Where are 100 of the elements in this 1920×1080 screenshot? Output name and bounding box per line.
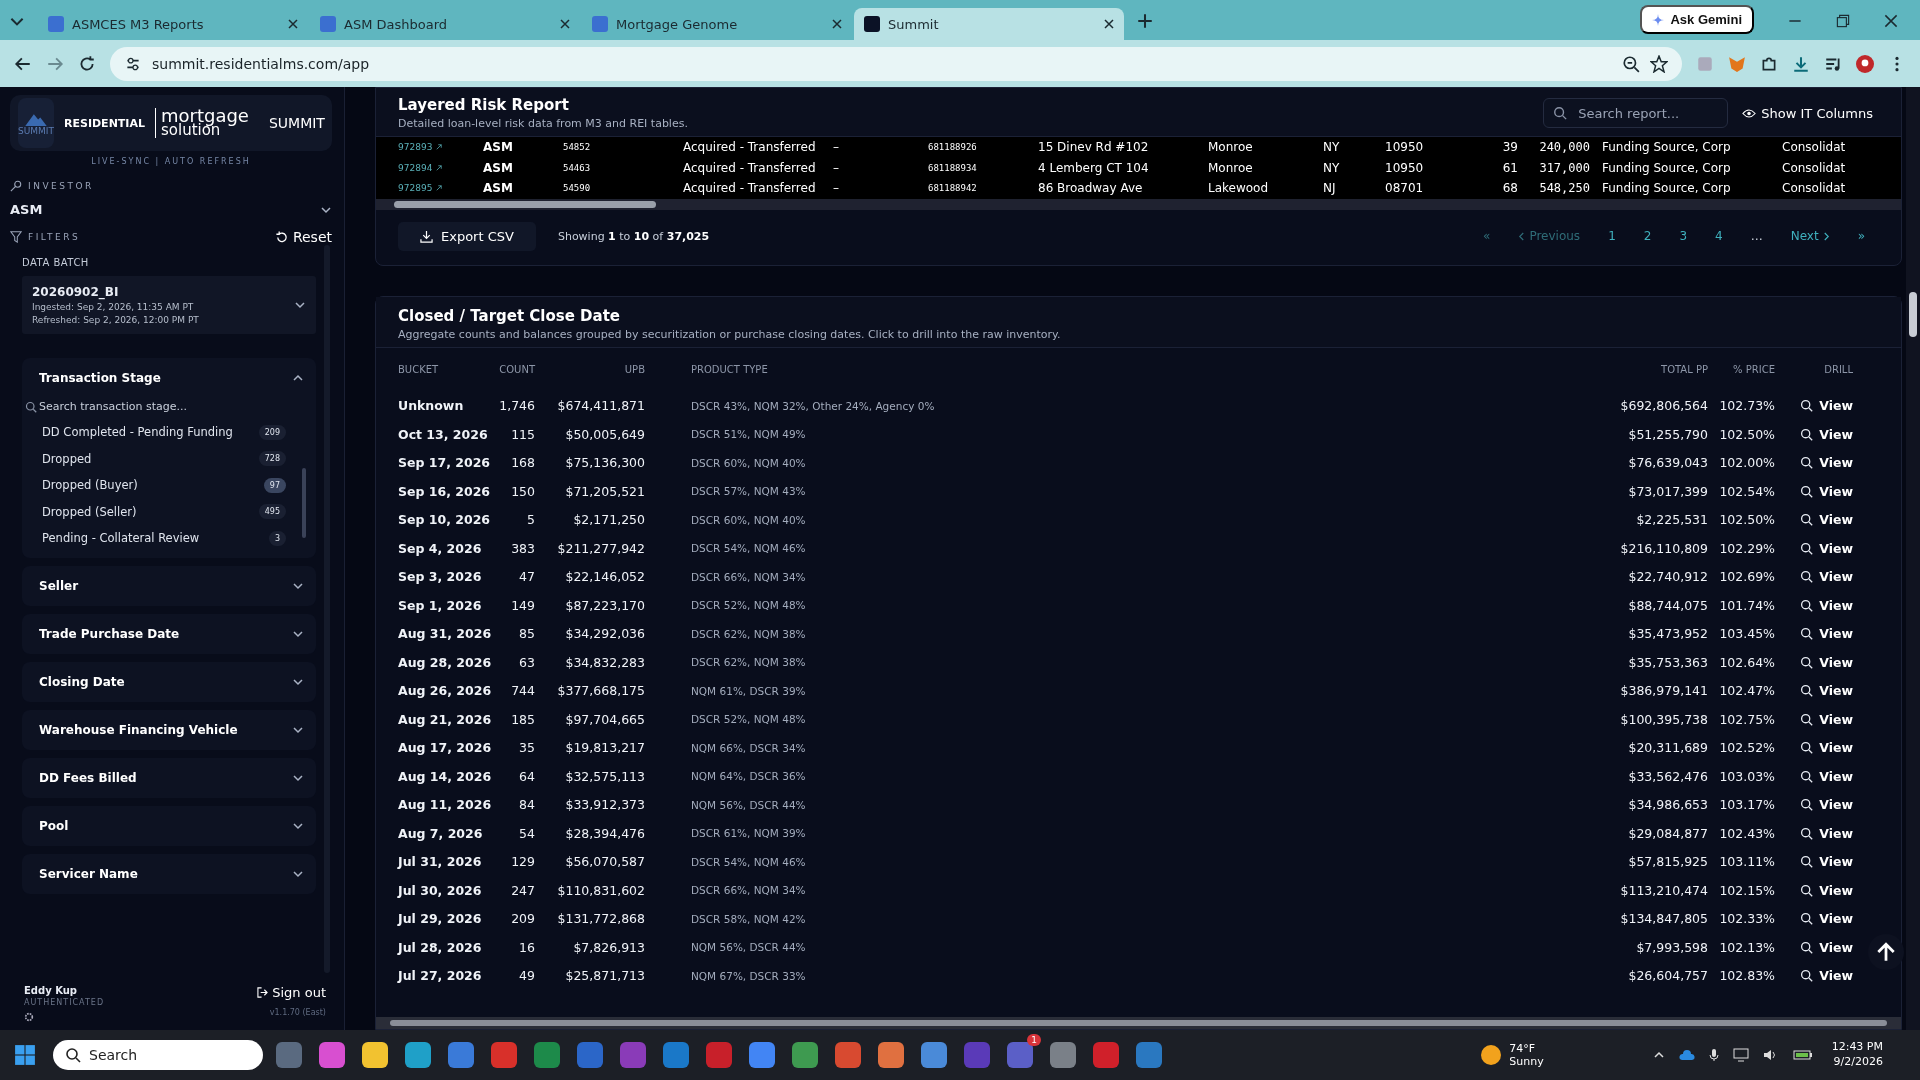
investor-select[interactable]: ASM: [10, 202, 332, 217]
table-cell: 85: [519, 626, 535, 642]
filter-header[interactable]: Pool: [22, 805, 316, 846]
ask-gemini-button[interactable]: Ask Gemini: [1640, 5, 1754, 34]
filter-header[interactable]: Trade Purchase Date: [22, 613, 316, 654]
horizontal-scrollbar[interactable]: [376, 198, 1901, 210]
close-icon[interactable]: [1104, 19, 1114, 29]
filter-option[interactable]: Dropped 728: [42, 445, 286, 472]
browser-tab[interactable]: Summit: [854, 8, 1124, 40]
filter-header[interactable]: Seller: [22, 565, 316, 606]
view-link[interactable]: View: [1819, 455, 1853, 471]
taskbar-app-icon[interactable]: [405, 1042, 431, 1068]
new-tab-icon[interactable]: [1136, 12, 1154, 30]
close-icon[interactable]: [560, 19, 570, 29]
data-batch-select[interactable]: 20260902_BI Ingested: Sep 2, 2026, 11:35 AM PT Refreshed: Sep 2, 2026, 12:00 PM PT: [22, 276, 316, 334]
reset-button[interactable]: Reset: [274, 229, 332, 245]
close-icon[interactable]: [1882, 12, 1900, 30]
browser-tab[interactable]: ASM Dashboard: [310, 8, 580, 40]
view-link[interactable]: View: [1819, 398, 1853, 414]
filter-header[interactable]: Servicer Name: [22, 853, 316, 894]
filter-option[interactable]: Dropped (Buyer) 97: [42, 472, 286, 499]
browser-tab[interactable]: Mortgage Genome: [582, 8, 852, 40]
view-link[interactable]: View: [1819, 768, 1853, 784]
view-link[interactable]: View: [1819, 683, 1853, 699]
table-cell: $73,017,399: [1628, 483, 1708, 499]
page-button[interactable]: 2: [1629, 225, 1666, 247]
view-link[interactable]: View: [1819, 854, 1853, 870]
close-icon[interactable]: [288, 19, 298, 29]
monitor-icon[interactable]: [1732, 1048, 1749, 1062]
taskbar-app-icon[interactable]: [749, 1042, 775, 1068]
table-cell: DSCR 61%, NQM 39%: [691, 827, 806, 840]
view-link[interactable]: View: [1819, 569, 1853, 585]
view-link[interactable]: View: [1819, 626, 1853, 642]
view-link[interactable]: View: [1819, 740, 1853, 756]
page-jump-button[interactable]: »: [1843, 225, 1879, 247]
table-cell: 102.33%: [1719, 911, 1775, 927]
external-link-icon[interactable]: [436, 185, 443, 192]
horizontal-scrollbar[interactable]: [376, 1017, 1901, 1029]
close-icon[interactable]: [832, 19, 842, 29]
restore-icon[interactable]: [1834, 12, 1852, 30]
taskbar-app-icon[interactable]: [362, 1042, 388, 1068]
table-cell-text: NY: [1323, 140, 1341, 155]
sign-out-button[interactable]: Sign out: [257, 985, 326, 1000]
taskbar-app-icon[interactable]: [792, 1042, 818, 1068]
filter-header[interactable]: DD Fees Billed: [22, 757, 316, 798]
export-csv-button[interactable]: Export CSV: [398, 221, 536, 251]
search-icon: [1800, 598, 1814, 612]
taskbar-app-icon[interactable]: [878, 1042, 904, 1068]
search-field[interactable]: Search transaction stage...: [39, 400, 239, 413]
loan-id-link[interactable]: 972894: [398, 162, 433, 173]
zoom-icon[interactable]: [1622, 54, 1640, 73]
loan-id-link[interactable]: 972895: [398, 183, 433, 194]
view-link[interactable]: View: [1819, 797, 1853, 813]
view-link[interactable]: View: [1819, 512, 1853, 528]
filter-header[interactable]: Warehouse Financing Vehicle: [22, 709, 316, 750]
page-ellipsis: …: [1749, 228, 1764, 245]
search-field[interactable]: Search report...: [1543, 98, 1729, 128]
download-icon[interactable]: [1792, 54, 1810, 73]
taskbar-app-icon[interactable]: [319, 1042, 345, 1068]
filter-header[interactable]: Transaction Stage: [22, 358, 316, 398]
taskbar-app-icon[interactable]: [1050, 1042, 1076, 1068]
settings-icon[interactable]: [24, 1012, 34, 1022]
battery-icon[interactable]: [1792, 1049, 1813, 1061]
filter-option[interactable]: Pending - Collateral Review 3: [42, 525, 286, 552]
view-link[interactable]: View: [1819, 911, 1853, 927]
scrollbar[interactable]: [1906, 87, 1920, 1030]
taskbar-search-field[interactable]: Search: [53, 1040, 263, 1070]
cloud-icon[interactable]: [1678, 1050, 1695, 1060]
view-link[interactable]: View: [1819, 825, 1853, 841]
view-link[interactable]: View: [1819, 540, 1853, 556]
view-link[interactable]: View: [1819, 939, 1853, 955]
reload-icon[interactable]: [78, 54, 96, 73]
view-link[interactable]: View: [1819, 882, 1853, 898]
next-button[interactable]: Next: [1776, 225, 1844, 247]
start-icon[interactable]: [14, 1044, 36, 1066]
count-badge: 728: [258, 451, 286, 467]
view-link[interactable]: View: [1819, 597, 1853, 613]
page-button[interactable]: 4: [1701, 225, 1737, 247]
browser-tab[interactable]: ASMCES M3 Reports: [38, 8, 308, 40]
filter-header[interactable]: Closing Date: [22, 661, 316, 702]
external-link-icon[interactable]: [436, 144, 443, 151]
loan-id-link[interactable]: 972893: [398, 142, 433, 153]
view-link[interactable]: View: [1819, 483, 1853, 499]
filter-option[interactable]: Dropped (Seller) 495: [42, 498, 286, 525]
table-cell: $57,815,925: [1628, 854, 1708, 870]
page-button[interactable]: 3: [1665, 225, 1702, 247]
page-button[interactable]: 1: [1594, 225, 1630, 247]
view-link[interactable]: View: [1819, 968, 1853, 984]
taskbar-app-icon[interactable]: [921, 1042, 947, 1068]
chevron-left-icon: [1518, 231, 1526, 241]
external-link-icon[interactable]: [436, 164, 443, 171]
address-bar[interactable]: summit.residentialms.com/app: [110, 46, 1682, 81]
view-link[interactable]: View: [1819, 654, 1853, 670]
microphone-icon[interactable]: [1708, 1048, 1719, 1062]
filter-option[interactable]: DD Completed - Pending Funding 209: [42, 419, 286, 446]
view-link[interactable]: View: [1819, 711, 1853, 727]
show-columns-button[interactable]: Show IT Columns: [1736, 104, 1879, 122]
view-link[interactable]: View: [1819, 426, 1853, 442]
star-icon[interactable]: [1650, 54, 1668, 73]
profile-avatar-icon[interactable]: [1856, 54, 1874, 73]
